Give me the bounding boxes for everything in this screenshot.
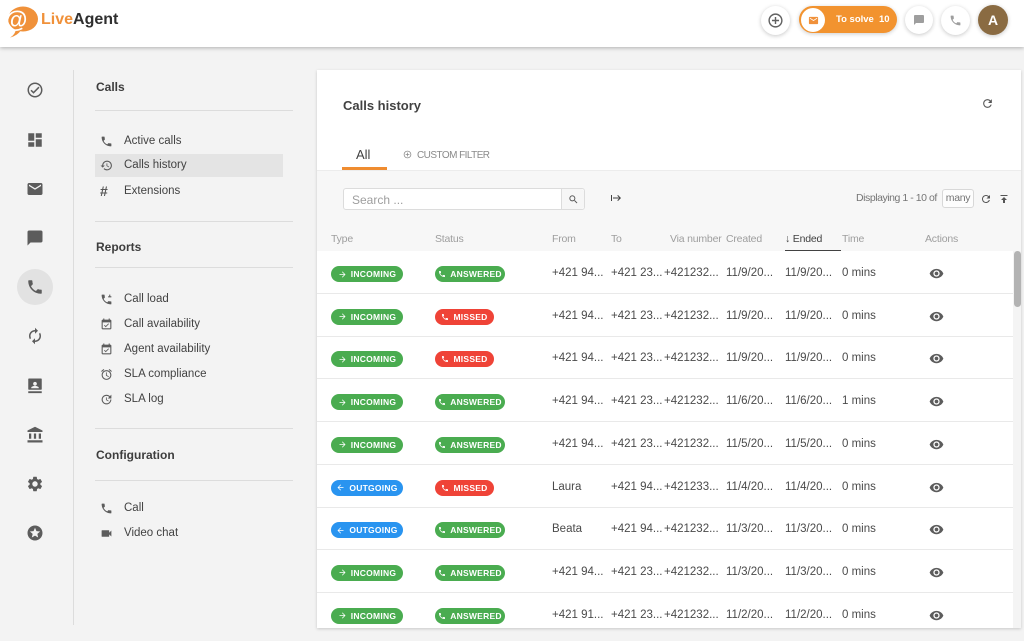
svg-text:@: @ [5, 7, 27, 33]
